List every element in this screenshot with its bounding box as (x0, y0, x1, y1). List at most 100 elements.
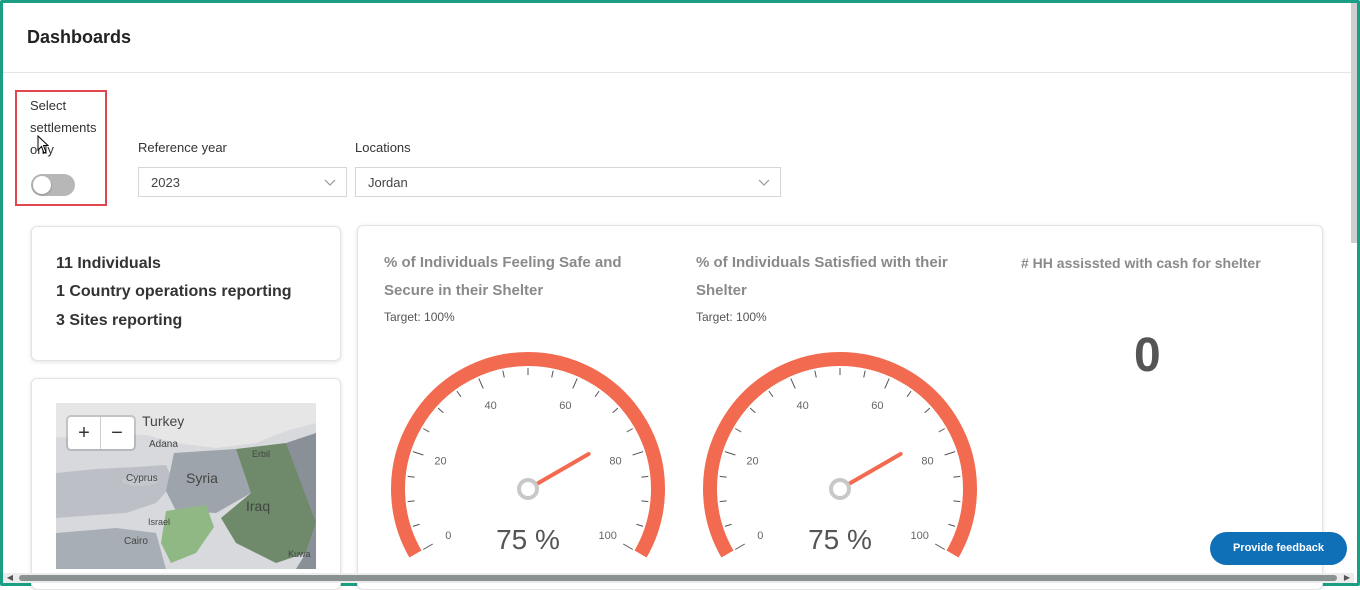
zoom-in-button[interactable]: + (68, 417, 101, 449)
stats-card: 11 Individuals 1 Country operations repo… (31, 226, 341, 361)
gauge-tick-label: 20 (434, 456, 446, 468)
gauge-tick (719, 500, 727, 503)
map-label-cairo: Cairo (124, 536, 148, 547)
gauge-1-target: Target: 100% (384, 310, 455, 324)
individuals-count: 11 Individuals (56, 255, 161, 272)
gauge-needle (534, 452, 591, 486)
gauge-tick (749, 407, 756, 414)
gauge-tick (948, 523, 956, 527)
gauge-tick (412, 451, 424, 456)
gauge-tick (724, 451, 736, 456)
map-label-cyprus: Cyprus (126, 473, 158, 484)
gauge-tick (551, 370, 554, 378)
horizontal-scrollbar[interactable]: ◀ ▶ (3, 573, 1354, 583)
scroll-right-icon[interactable]: ▶ (1342, 573, 1352, 583)
page-header: Dashboards (3, 3, 1352, 73)
gauge-tick (422, 428, 430, 433)
reference-year-label: Reference year (138, 140, 227, 155)
sites-count: 3 Sites reporting (56, 312, 183, 329)
scroll-left-icon[interactable]: ◀ (5, 573, 15, 583)
gauge-value: 75 % (496, 524, 560, 555)
gauge-tick (724, 523, 732, 527)
mouse-cursor-icon (37, 135, 50, 154)
gauge-needle (846, 452, 903, 486)
gauge-tick (734, 543, 745, 550)
map-label-erbil: Erbil (252, 449, 271, 459)
gauge-tick (572, 378, 578, 389)
gauge-tick-label: 60 (871, 400, 883, 412)
gauge-pivot (829, 478, 851, 500)
map-label-syria: Syria (186, 470, 218, 486)
gauge-tick (719, 475, 727, 478)
gauge-tick (734, 428, 742, 433)
map[interactable]: + − Turkey Adana Syria Cyprus Iraq Israe… (56, 403, 316, 569)
map-label-iraq: Iraq (246, 498, 271, 514)
locations-select[interactable]: Jordan (355, 167, 781, 197)
indicators-card: % of Individuals Feeling Safe and Secure… (357, 225, 1323, 590)
gauge-tick (437, 407, 444, 414)
gauge-tick (632, 451, 644, 456)
locations-value: Jordan (368, 175, 408, 190)
gauge-tick (422, 543, 433, 550)
vertical-scrollbar[interactable] (1351, 3, 1357, 243)
gauge-tick (935, 543, 946, 550)
gauge-2-title-line1: % of Individuals Satisfied with their (696, 254, 948, 271)
gauge-tick-label: 20 (746, 456, 758, 468)
gauge-tick (502, 370, 505, 378)
provide-feedback-button[interactable]: Provide feedback (1210, 532, 1347, 565)
cash-value: 0 (1134, 329, 1161, 382)
settlements-toggle-group: Select settlements only (15, 90, 107, 206)
gauge-tick-label: 80 (609, 456, 621, 468)
gauge-tick (790, 378, 796, 389)
locations-label: Locations (355, 140, 411, 155)
reference-year-value: 2023 (151, 175, 180, 190)
gauge-1-title-line2: Secure in their Shelter (384, 282, 544, 299)
gauge-tick-label: 60 (559, 400, 571, 412)
gauge-tick (478, 378, 484, 389)
gauge-tick-label: 40 (484, 400, 496, 412)
gauge-2: 0 20 40 60 80 100 75 % (703, 352, 977, 558)
gauge-tick-label: 0 (757, 530, 763, 542)
gauge-1: 0 20 40 60 80 100 75 % (391, 352, 665, 558)
gauge-tick (884, 378, 890, 389)
map-zoom-control: + − (68, 417, 134, 449)
gauge-tick (641, 500, 649, 503)
gauge-tick (636, 523, 644, 527)
gauge-pivot (517, 478, 539, 500)
gauge-tick (623, 543, 634, 550)
gauge-tick (407, 475, 415, 478)
gauge-2-target: Target: 100% (696, 310, 767, 324)
chevron-down-icon (758, 179, 770, 186)
map-card: + − Turkey Adana Syria Cyprus Iraq Israe… (31, 378, 341, 590)
gauge-tick-label: 100 (598, 530, 616, 542)
gauge-tick-label: 100 (910, 530, 928, 542)
gauge-tick (412, 523, 420, 527)
gauge-tick (953, 475, 961, 478)
gauge-tick (626, 428, 634, 433)
cash-title: # HH assissted with cash for shelter (1021, 255, 1261, 271)
countries-count: 1 Country operations reporting (56, 283, 292, 300)
map-label-kuwait: Kuwa (288, 549, 311, 559)
toggle-knob (33, 176, 51, 194)
gauge-2-title-line2: Shelter (696, 282, 747, 299)
map-label-turkey: Turkey (142, 413, 185, 429)
gauge-tick (906, 390, 912, 398)
gauge-tick (944, 451, 956, 456)
map-label-israel: Israel (148, 517, 171, 527)
chevron-down-icon (324, 179, 336, 186)
gauge-tick (768, 390, 774, 398)
scrollbar-thumb[interactable] (19, 575, 1337, 581)
gauge-tick (641, 475, 649, 478)
gauge-tick (953, 500, 961, 503)
reference-year-select[interactable]: 2023 (138, 167, 347, 197)
zoom-out-button[interactable]: − (101, 417, 133, 449)
map-label-adana: Adana (149, 439, 178, 450)
gauge-tick-label: 0 (445, 530, 451, 542)
page-title: Dashboards (27, 27, 132, 47)
gauge-tick (594, 390, 600, 398)
gauge-tick-label: 40 (796, 400, 808, 412)
gauge-value: 75 % (808, 524, 872, 555)
gauge-tick (456, 390, 462, 398)
gauge-tick (407, 500, 415, 503)
settlements-toggle[interactable] (31, 174, 75, 196)
